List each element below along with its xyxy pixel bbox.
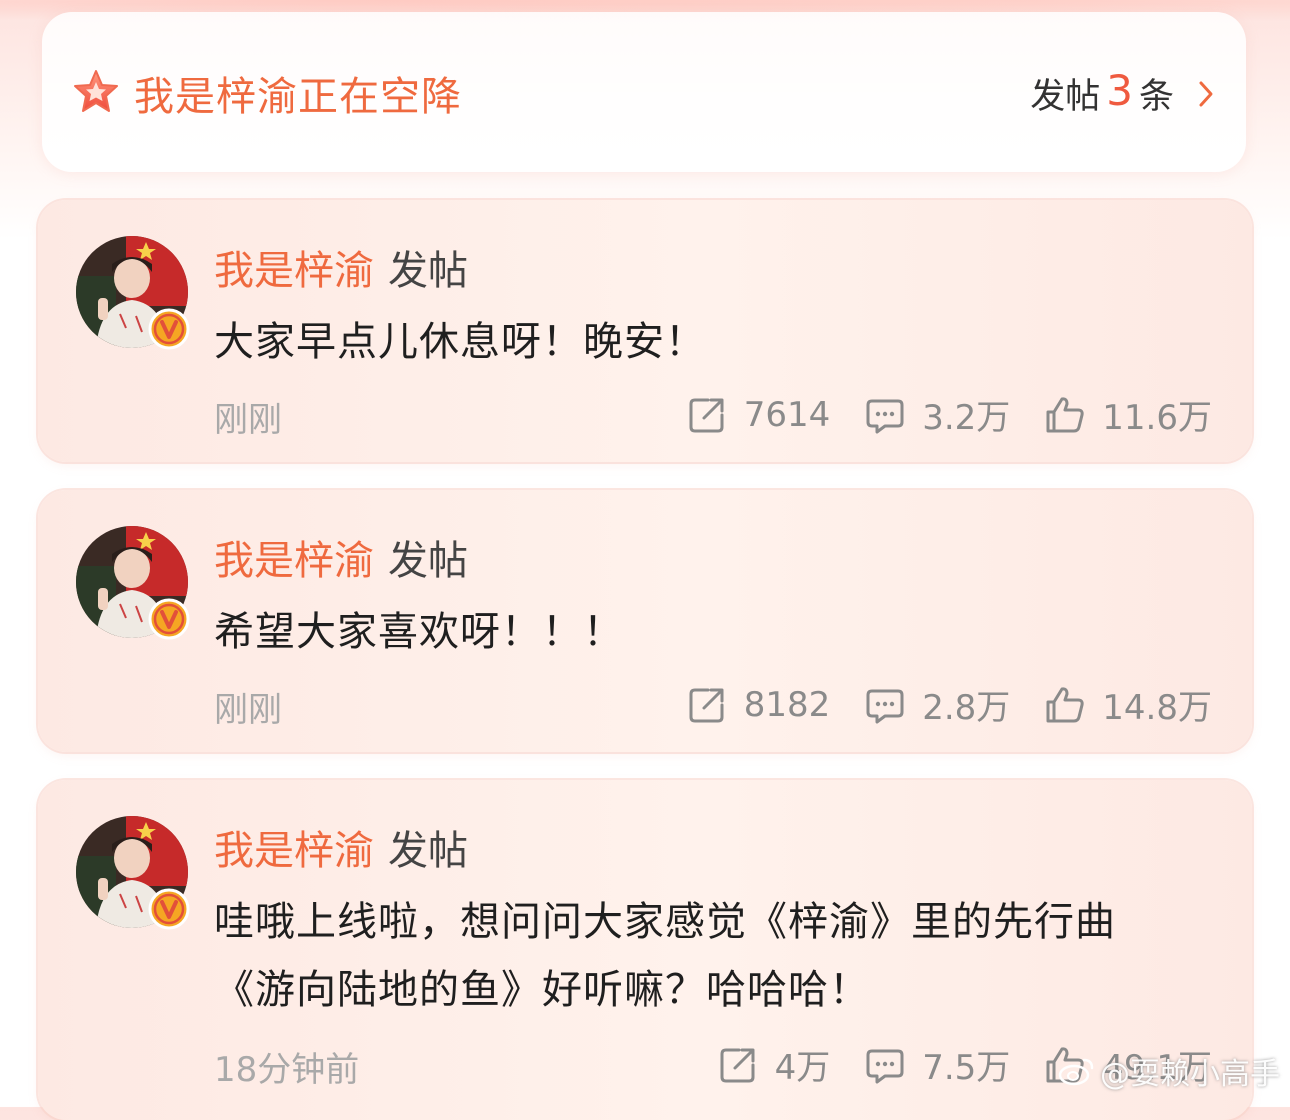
author-line: 我是梓渝 发帖 <box>214 238 468 296</box>
post-time: 18分钟前 <box>214 1050 360 1090</box>
author-line: 我是梓渝 发帖 <box>214 528 468 586</box>
repost-icon <box>689 398 724 432</box>
post-count-suffix: 条 <box>1138 77 1174 117</box>
avatar[interactable] <box>76 816 190 930</box>
watermark-text: @耍赖小高手 <box>1100 1057 1280 1092</box>
topic-header-card[interactable]: 我是梓渝正在空降 发帖 3 条 <box>42 12 1246 172</box>
repost-icon <box>689 688 724 722</box>
like-button[interactable]: 14.8万 <box>1044 680 1212 729</box>
post-action: 发帖 <box>388 538 468 584</box>
post-time: 刚刚 <box>214 400 282 440</box>
author-line: 我是梓渝 发帖 <box>214 818 468 876</box>
comment-count: 2.8万 <box>922 688 1011 728</box>
like-count: 11.6万 <box>1102 398 1212 438</box>
comment-count: 7.5万 <box>922 1048 1011 1088</box>
comment-icon <box>866 689 904 723</box>
comment-button[interactable]: 3.2万 <box>864 390 1010 439</box>
comment-icon <box>866 399 904 433</box>
post-count-prefix: 发帖 <box>1030 77 1101 117</box>
post-content: 大家早点儿休息呀！晚安！ <box>214 319 706 365</box>
verified-badge-icon <box>148 888 190 930</box>
comment-icon <box>866 1049 904 1083</box>
like-count: 14.8万 <box>1102 688 1212 728</box>
author-name[interactable]: 我是梓渝 <box>214 248 374 294</box>
verified-badge-icon <box>148 308 190 350</box>
comment-count: 3.2万 <box>922 398 1011 438</box>
thumbs-up-icon <box>1046 396 1084 432</box>
repost-count: 7614 <box>743 394 831 435</box>
repost-button[interactable]: 4万 <box>717 1040 831 1089</box>
repost-button[interactable]: 7614 <box>686 394 831 436</box>
chevron-right-icon <box>1199 81 1213 106</box>
post-count-number: 3 <box>1106 66 1133 115</box>
post-action: 发帖 <box>388 828 468 874</box>
repost-count: 4万 <box>774 1048 831 1088</box>
post-stats: 7614 3.2万 11.6万 <box>652 390 1212 439</box>
verified-badge-icon <box>148 598 190 640</box>
star-badge-icon <box>74 70 118 112</box>
weibo-logo-icon <box>1058 1058 1094 1086</box>
like-button[interactable]: 11.6万 <box>1044 390 1212 439</box>
watermark: @耍赖小高手 <box>1058 1049 1280 1093</box>
thumbs-up-icon <box>1046 686 1084 722</box>
avatar[interactable] <box>76 236 190 350</box>
topic-title: 我是梓渝正在空降 <box>134 74 462 120</box>
repost-icon <box>720 1048 755 1082</box>
author-name[interactable]: 我是梓渝 <box>214 538 374 584</box>
comment-button[interactable]: 2.8万 <box>864 680 1010 729</box>
avatar[interactable] <box>76 526 190 640</box>
post-stats: 8182 2.8万 14.8万 <box>652 680 1212 729</box>
post-card[interactable]: 我是梓渝 发帖 希望大家喜欢呀！！！ 刚刚 8182 2.8万 14.8万 <box>38 490 1252 752</box>
post-action: 发帖 <box>388 248 468 294</box>
post-content-line: 《游向陆地的鱼》好听嘛？哈哈哈！ <box>214 967 870 1013</box>
post-content-line: 哇哦上线啦，想问问大家感觉《梓渝》里的先行曲 <box>214 899 1116 945</box>
post-count-link[interactable]: 发帖 3 条 <box>1030 66 1216 119</box>
post-time: 刚刚 <box>214 690 282 730</box>
post-content: 希望大家喜欢呀！！！ <box>214 609 624 655</box>
post-card[interactable]: 我是梓渝 发帖 大家早点儿休息呀！晚安！ 刚刚 7614 3.2万 11.6万 <box>38 200 1252 462</box>
comment-button[interactable]: 7.5万 <box>864 1040 1010 1089</box>
author-name[interactable]: 我是梓渝 <box>214 828 374 874</box>
post-content: 哇哦上线啦，想问问大家感觉《梓渝》里的先行曲 《游向陆地的鱼》好听嘛？哈哈哈！ <box>214 888 1214 1024</box>
repost-button[interactable]: 8182 <box>686 684 831 726</box>
repost-count: 8182 <box>743 684 831 725</box>
